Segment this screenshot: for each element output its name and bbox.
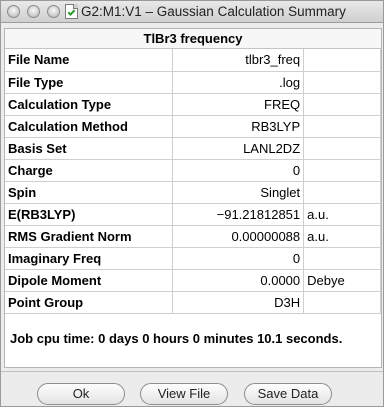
table-row: Basis Set LANL2DZ <box>5 137 381 160</box>
table-row: Spin Singlet <box>5 181 381 204</box>
row-unit <box>303 71 381 94</box>
row-value: FREQ <box>172 93 305 116</box>
table-row: Calculation Method RB3LYP <box>5 115 381 138</box>
row-value: 0.00000088 <box>172 225 305 248</box>
row-label: Calculation Type <box>5 93 174 116</box>
window-title: G2:M1:V1 – Gaussian Calculation Summary <box>81 4 346 19</box>
row-unit: Debye <box>303 269 381 292</box>
row-value: D3H <box>172 291 305 314</box>
row-label: Calculation Method <box>5 115 174 138</box>
row-label: Point Group <box>5 291 174 314</box>
row-label: Dipole Moment <box>5 269 174 292</box>
table-row: E(RB3LYP) −91.21812851 a.u. <box>5 203 381 226</box>
row-label: Spin <box>5 181 174 204</box>
save-data-button[interactable]: Save Data <box>244 383 332 405</box>
row-unit: a.u. <box>303 225 381 248</box>
row-label: File Type <box>5 71 174 94</box>
row-unit <box>303 137 381 160</box>
row-label: E(RB3LYP) <box>5 203 174 226</box>
row-value: Singlet <box>172 181 305 204</box>
table-row: File Type .log <box>5 71 381 94</box>
row-unit <box>303 115 381 138</box>
row-label: Imaginary Freq <box>5 247 174 270</box>
row-label: Charge <box>5 159 174 182</box>
row-value: 0.0000 <box>172 269 305 292</box>
summary-panel: TlBr3 frequency File Name tlbr3_freq File … <box>4 28 382 368</box>
row-value: 0 <box>172 247 305 270</box>
row-label: File Name <box>5 49 174 72</box>
table-row: Calculation Type FREQ <box>5 93 381 116</box>
table-row: Point Group D3H <box>5 291 381 314</box>
row-unit <box>303 49 381 72</box>
separator <box>1 371 383 372</box>
row-value: RB3LYP <box>172 115 305 138</box>
row-unit <box>303 291 381 314</box>
title-bar[interactable]: G2:M1:V1 – Gaussian Calculation Summary <box>1 1 383 23</box>
job-cpu-time: Job cpu time: 0 days 0 hours 0 minutes 1… <box>10 331 343 346</box>
row-unit: a.u. <box>303 203 381 226</box>
ok-button[interactable]: Ok <box>37 383 125 405</box>
zoom-window-icon[interactable] <box>47 5 60 18</box>
summary-table: File Name tlbr3_freq File Type .log Calculat… <box>5 49 381 314</box>
table-row: Charge 0 <box>5 159 381 182</box>
row-value: tlbr3_freq <box>172 49 305 72</box>
row-value: 0 <box>172 159 305 182</box>
row-value: .log <box>172 71 305 94</box>
row-unit <box>303 181 381 204</box>
row-value: LANL2DZ <box>172 137 305 160</box>
row-label: RMS Gradient Norm <box>5 225 174 248</box>
row-unit <box>303 159 381 182</box>
summary-title: TlBr3 frequency <box>5 29 381 49</box>
table-row: File Name tlbr3_freq <box>5 49 381 72</box>
table-row: Imaginary Freq 0 <box>5 247 381 270</box>
row-label: Basis Set <box>5 137 174 160</box>
row-unit <box>303 93 381 116</box>
document-icon <box>65 4 78 19</box>
row-value: −91.21812851 <box>172 203 305 226</box>
table-row: RMS Gradient Norm 0.00000088 a.u. <box>5 225 381 248</box>
summary-window: G2:M1:V1 – Gaussian Calculation Summary … <box>0 0 384 407</box>
minimize-window-icon[interactable] <box>27 5 40 18</box>
row-unit <box>303 247 381 270</box>
table-row: Dipole Moment 0.0000 Debye <box>5 269 381 292</box>
view-file-button[interactable]: View File <box>140 383 228 405</box>
close-window-icon[interactable] <box>7 5 20 18</box>
